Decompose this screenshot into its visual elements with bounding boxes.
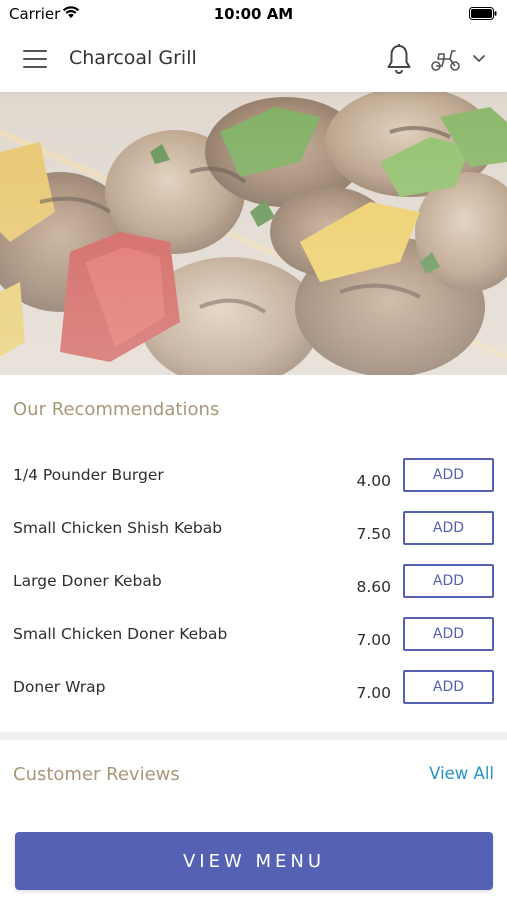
battery-icon [469, 7, 497, 20]
list-item: Doner Wrap 7.00 ADD [0, 670, 507, 731]
page-title: Charcoal Grill [69, 47, 197, 69]
section-divider [0, 732, 507, 740]
item-price: 7.50 [356, 525, 391, 543]
hero-image [0, 92, 507, 375]
item-name: 1/4 Pounder Burger [13, 466, 164, 484]
add-button[interactable]: ADD [403, 564, 494, 598]
status-time: 10:00 AM [213, 5, 294, 23]
add-button[interactable]: ADD [403, 617, 494, 651]
add-button[interactable]: ADD [403, 511, 494, 545]
item-price: 8.60 [356, 578, 391, 596]
item-price: 4.00 [356, 472, 391, 490]
chevron-down-icon[interactable] [472, 54, 486, 64]
status-bar: Carrier 10:00 AM [0, 0, 507, 28]
add-button[interactable]: ADD [403, 670, 494, 704]
kebab-photo [0, 92, 507, 375]
recommendations-title: Our Recommendations [13, 399, 220, 420]
item-name: Small Chicken Shish Kebab [13, 519, 223, 537]
item-name: Doner Wrap [13, 678, 106, 696]
reviews-title: Customer Reviews [13, 764, 180, 785]
view-menu-button[interactable]: VIEW MENU [15, 832, 493, 890]
menu-icon[interactable] [23, 50, 47, 68]
app-bar: Charcoal Grill [0, 28, 507, 92]
item-price: 7.00 [356, 631, 391, 649]
item-name: Large Doner Kebab [13, 572, 162, 590]
scooter-icon[interactable] [430, 48, 462, 72]
item-name: Small Chicken Doner Kebab [13, 625, 228, 643]
add-button[interactable]: ADD [403, 458, 494, 492]
bell-icon[interactable] [385, 43, 413, 75]
item-price: 7.00 [356, 684, 391, 702]
view-all-link[interactable]: View All [429, 764, 494, 783]
